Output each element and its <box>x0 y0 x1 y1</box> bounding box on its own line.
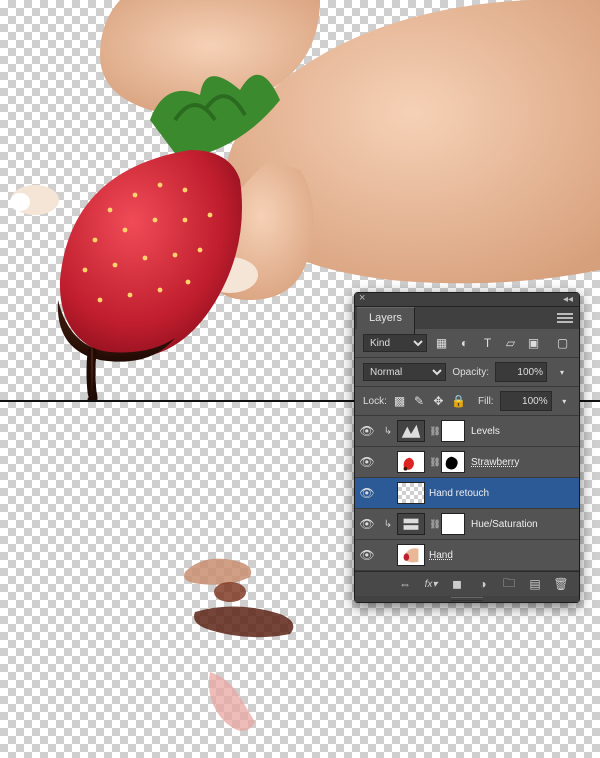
filter-kind-select[interactable]: KindNameEffectModeAttributeColor <box>363 334 427 352</box>
footer-new-icon[interactable]: ▤ <box>527 576 543 592</box>
lock-transparency-icon[interactable]: ▩ <box>393 392 406 410</box>
visibility-toggle-icon[interactable]: 👁 <box>355 486 379 500</box>
lock-row: Lock: ▩ ✎ ✥ 🔒 Fill: ▾ <box>355 387 579 416</box>
opacity-input[interactable] <box>495 362 547 382</box>
mask-link-icon[interactable]: ⛓ <box>429 457 441 468</box>
panel-footer: ⇔ fx▾ ◼ ◑ 🗀 ▤ 🗑 <box>355 571 579 596</box>
panel-drag-bar[interactable]: × ◂◂ <box>355 293 579 307</box>
lock-label: Lock: <box>363 396 387 407</box>
panel-tabs: Layers <box>355 307 579 329</box>
layer-name[interactable]: Strawberry <box>471 457 519 468</box>
filter-shape-icon[interactable]: ▱ <box>502 334 519 352</box>
lock-pixels-icon[interactable]: ✎ <box>412 392 425 410</box>
layer-row[interactable]: 👁↳ ⛓ Levels <box>355 416 579 447</box>
filter-smart-icon[interactable]: ▣ <box>525 334 542 352</box>
opacity-stepper-icon[interactable]: ▾ <box>553 363 571 381</box>
filter-toggle-icon[interactable]: ▢ <box>554 334 571 352</box>
fill-stepper-icon[interactable]: ▾ <box>558 392 571 410</box>
layer-name[interactable]: Levels <box>471 426 500 437</box>
visibility-toggle-icon[interactable]: 👁 <box>355 455 379 469</box>
blend-mode-select[interactable]: NormalDissolveMultiplyScreenOverlay <box>363 363 446 381</box>
layer-name[interactable]: Hue/Saturation <box>471 519 538 530</box>
layer-row[interactable]: 👁 Hand <box>355 540 579 571</box>
filter-type-icon[interactable]: T <box>479 334 496 352</box>
layer-thumbnail[interactable] <box>397 544 425 566</box>
layer-thumbnail[interactable] <box>397 513 425 535</box>
footer-adjust-icon[interactable]: ◑ <box>475 576 491 592</box>
footer-group-icon[interactable]: 🗀 <box>501 576 517 592</box>
fill-input[interactable] <box>500 391 552 411</box>
lock-all-icon[interactable]: 🔒 <box>451 392 466 410</box>
layer-row[interactable]: 👁 ⛓ Strawberry <box>355 447 579 478</box>
panel-resize-grip[interactable] <box>355 596 579 602</box>
layer-thumbnail[interactable] <box>397 482 425 504</box>
opacity-label: Opacity: <box>452 367 489 378</box>
layer-thumbnail[interactable] <box>397 451 425 473</box>
layer-name[interactable]: Hand retouch <box>429 488 489 499</box>
footer-trash-icon[interactable]: 🗑 <box>553 576 569 592</box>
filter-adjust-icon[interactable]: ◐ <box>456 334 473 352</box>
clip-indicator-icon: ↳ <box>379 519 397 530</box>
footer-mask-icon[interactable]: ◼ <box>449 576 465 592</box>
visibility-toggle-icon[interactable]: 👁 <box>355 424 379 438</box>
mask-link-icon[interactable]: ⛓ <box>429 426 441 437</box>
layer-thumbnail[interactable] <box>397 420 425 442</box>
panel-collapse-icon[interactable]: ◂◂ <box>563 294 573 305</box>
clip-indicator-icon: ↳ <box>379 426 397 437</box>
document-canvas[interactable]: × ◂◂ Layers KindNameEffectModeAttributeC… <box>0 0 600 758</box>
app-root: { "panel": { "title": "Layers", "filter"… <box>0 0 600 758</box>
panel-close-icon[interactable]: × <box>359 292 365 304</box>
fill-label: Fill: <box>478 396 494 407</box>
layer-mask-thumbnail[interactable] <box>441 451 465 473</box>
footer-fx-icon[interactable]: fx▾ <box>423 576 439 592</box>
lock-position-icon[interactable]: ✥ <box>432 392 445 410</box>
visibility-toggle-icon[interactable]: 👁 <box>355 517 379 531</box>
layer-row[interactable]: 👁 Hand retouch <box>355 478 579 509</box>
footer-link-icon[interactable]: ⇔ <box>397 576 413 592</box>
tab-layers[interactable]: Layers <box>357 307 415 334</box>
layer-name[interactable]: Hand <box>429 550 453 561</box>
panel-menu-icon[interactable] <box>557 313 573 323</box>
layer-row[interactable]: 👁↳ ⛓ Hue/Saturation <box>355 509 579 540</box>
mask-link-icon[interactable]: ⛓ <box>429 519 441 530</box>
layer-mask-thumbnail[interactable] <box>441 513 465 535</box>
layer-mask-thumbnail[interactable] <box>441 420 465 442</box>
filter-pixel-icon[interactable]: ▦ <box>433 334 450 352</box>
blend-mode-row: NormalDissolveMultiplyScreenOverlay Opac… <box>355 358 579 387</box>
visibility-toggle-icon[interactable]: 👁 <box>355 548 379 562</box>
layer-list: 👁↳⛓Levels👁⛓Strawberry👁Hand retouch👁↳⛓Hue… <box>355 416 579 571</box>
layers-panel[interactable]: × ◂◂ Layers KindNameEffectModeAttributeC… <box>354 292 580 603</box>
